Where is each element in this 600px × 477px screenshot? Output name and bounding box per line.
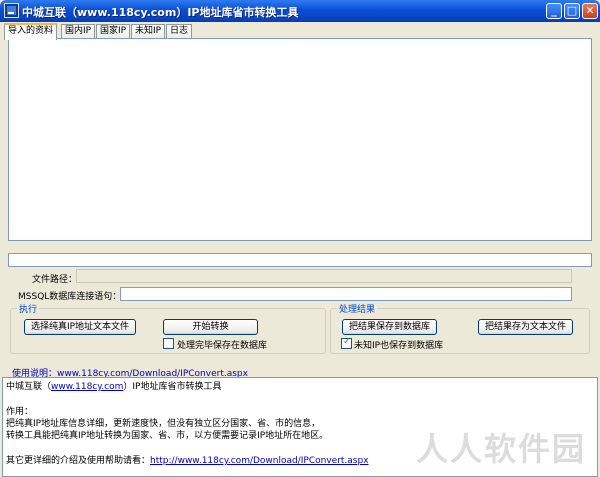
info-more-link[interactable]: http://www.118cy.com/Download/IPConvert.… [150, 456, 369, 466]
save-after-label: 处理完毕保存在数据库 [177, 341, 268, 351]
save-to-text-button[interactable]: 把结果存为文本文件 [478, 319, 573, 335]
file-path-field[interactable] [76, 269, 572, 283]
select-ip-file-button[interactable]: 选择纯真IP地址文本文件 [24, 319, 136, 335]
unknown-ip-save-label: 未知IP也保存到数据库 [354, 341, 444, 351]
tab-imported-data[interactable]: 导入的资料 [4, 23, 58, 40]
result-group-title: 处理结果 [337, 302, 378, 315]
horizontal-scrollbar[interactable] [8, 253, 592, 267]
save-after-checkbox[interactable] [163, 338, 174, 349]
info-purpose-line2: 转换工具能把纯真IP地址转换为国家、省、市，以方便需要记录IP地址所在地区。 [6, 431, 329, 441]
watermark-logo: 人人软件园 [415, 430, 586, 468]
tab-unknown-ip[interactable]: 未知IP [131, 24, 166, 39]
info-site-link[interactable]: www.118cy.com [51, 382, 123, 392]
save-to-database-button[interactable]: 把结果保存到数据库 [342, 319, 437, 335]
minimize-button[interactable]: _ [546, 3, 562, 19]
window-title: 中城互联（www.118cy.com）IP地址库省市转换工具 [22, 6, 299, 19]
mssql-connection-field[interactable] [120, 287, 572, 301]
info-purpose-heading: 作用： [6, 407, 34, 417]
app-icon [4, 3, 19, 18]
unknown-ip-save-checkbox[interactable] [341, 337, 352, 349]
info-purpose-line1: 把纯真IP地址库信息详细，更新速度快，但没有独立区分国家、省、市的信息， [6, 419, 321, 429]
info-title-suffix: ）IP地址库省市转换工具 [123, 382, 222, 392]
tab-domestic-ip[interactable]: 国内IP [61, 24, 96, 39]
info-more-prefix: 其它更详细的介绍及使用帮助请看： [6, 456, 151, 466]
info-title-prefix: 中城互联（ [6, 382, 52, 392]
tab-log[interactable]: 日志 [166, 24, 193, 39]
start-convert-button[interactable]: 开始转换 [163, 319, 258, 335]
title-bar: 中城互联（www.118cy.com）IP地址库省市转换工具 _ □ ✕ [0, 0, 600, 22]
imported-data-list[interactable] [8, 38, 592, 241]
execute-group-title: 执行 [17, 302, 40, 315]
maximize-button[interactable]: □ [564, 3, 580, 19]
tab-country-ip[interactable]: 国家IP [96, 24, 131, 39]
info-line-title: 中城互联（www.118cy.com）IP地址库省市转换工具 [6, 381, 221, 393]
mssql-connection-label: MSSQL数据库连接语句： [18, 292, 122, 302]
info-more-line: 其它更详细的介绍及使用帮助请看：http://www.118cy.com/Dow… [6, 455, 369, 467]
file-path-label: 文件路径： [32, 275, 78, 285]
close-button[interactable]: ✕ [582, 3, 598, 19]
